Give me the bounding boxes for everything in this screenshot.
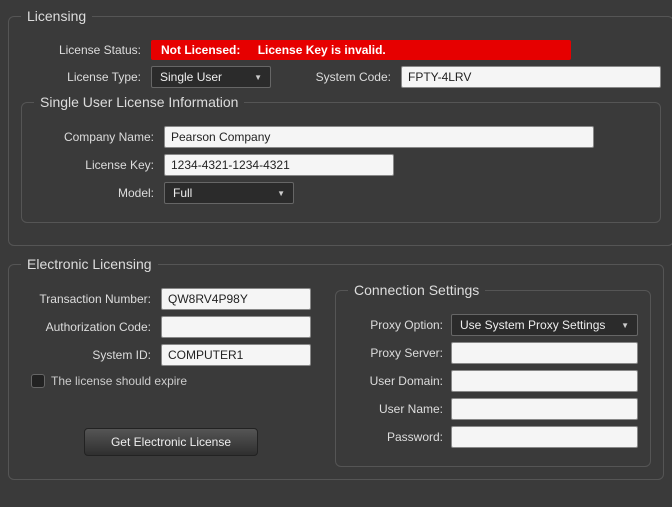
user-name-label: User Name: xyxy=(348,402,443,416)
system-code-label: System Code: xyxy=(281,70,391,84)
model-value: Full xyxy=(173,186,192,200)
licensing-group: Licensing License Status: Not Licensed: … xyxy=(8,8,672,246)
license-key-label: License Key: xyxy=(34,158,154,172)
password-input[interactable] xyxy=(451,426,638,448)
license-status-label: License Status: xyxy=(21,43,141,57)
license-status-value-2: License Key is invalid. xyxy=(258,43,386,57)
company-name-input[interactable] xyxy=(164,126,594,148)
license-expire-checkbox[interactable] xyxy=(31,374,45,388)
connection-legend: Connection Settings xyxy=(348,282,485,298)
license-type-label: License Type: xyxy=(21,70,141,84)
proxy-option-label: Proxy Option: xyxy=(348,318,443,332)
user-name-input[interactable] xyxy=(451,398,638,420)
transaction-number-input[interactable] xyxy=(161,288,311,310)
license-status-value-1: Not Licensed: xyxy=(161,43,240,57)
password-label: Password: xyxy=(348,430,443,444)
proxy-server-label: Proxy Server: xyxy=(348,346,443,360)
system-id-input[interactable] xyxy=(161,344,311,366)
system-code-input[interactable] xyxy=(401,66,661,88)
user-domain-input[interactable] xyxy=(451,370,638,392)
company-name-label: Company Name: xyxy=(34,130,154,144)
license-type-value: Single User xyxy=(160,70,222,84)
license-status-banner: Not Licensed: License Key is invalid. xyxy=(151,40,571,60)
authorization-code-label: Authorization Code: xyxy=(21,320,151,334)
license-expire-label: The license should expire xyxy=(51,374,187,388)
model-label: Model: xyxy=(34,186,154,200)
chevron-down-icon: ▼ xyxy=(277,189,285,198)
license-key-input[interactable] xyxy=(164,154,394,176)
single-user-legend: Single User License Information xyxy=(34,94,244,110)
system-id-label: System ID: xyxy=(21,348,151,362)
electronic-licensing-group: Electronic Licensing Transaction Number:… xyxy=(8,256,664,480)
connection-settings-group: Connection Settings Proxy Option: Use Sy… xyxy=(335,282,651,467)
authorization-code-input[interactable] xyxy=(161,316,311,338)
model-select[interactable]: Full ▼ xyxy=(164,182,294,204)
get-electronic-license-button[interactable]: Get Electronic License xyxy=(84,428,258,456)
electronic-legend: Electronic Licensing xyxy=(21,256,158,272)
single-user-group: Single User License Information Company … xyxy=(21,94,661,223)
transaction-number-label: Transaction Number: xyxy=(21,292,151,306)
user-domain-label: User Domain: xyxy=(348,374,443,388)
proxy-option-select[interactable]: Use System Proxy Settings ▼ xyxy=(451,314,638,336)
proxy-option-value: Use System Proxy Settings xyxy=(460,318,605,332)
license-type-select[interactable]: Single User ▼ xyxy=(151,66,271,88)
chevron-down-icon: ▼ xyxy=(621,321,629,330)
licensing-legend: Licensing xyxy=(21,8,92,24)
proxy-server-input[interactable] xyxy=(451,342,638,364)
chevron-down-icon: ▼ xyxy=(254,73,262,82)
